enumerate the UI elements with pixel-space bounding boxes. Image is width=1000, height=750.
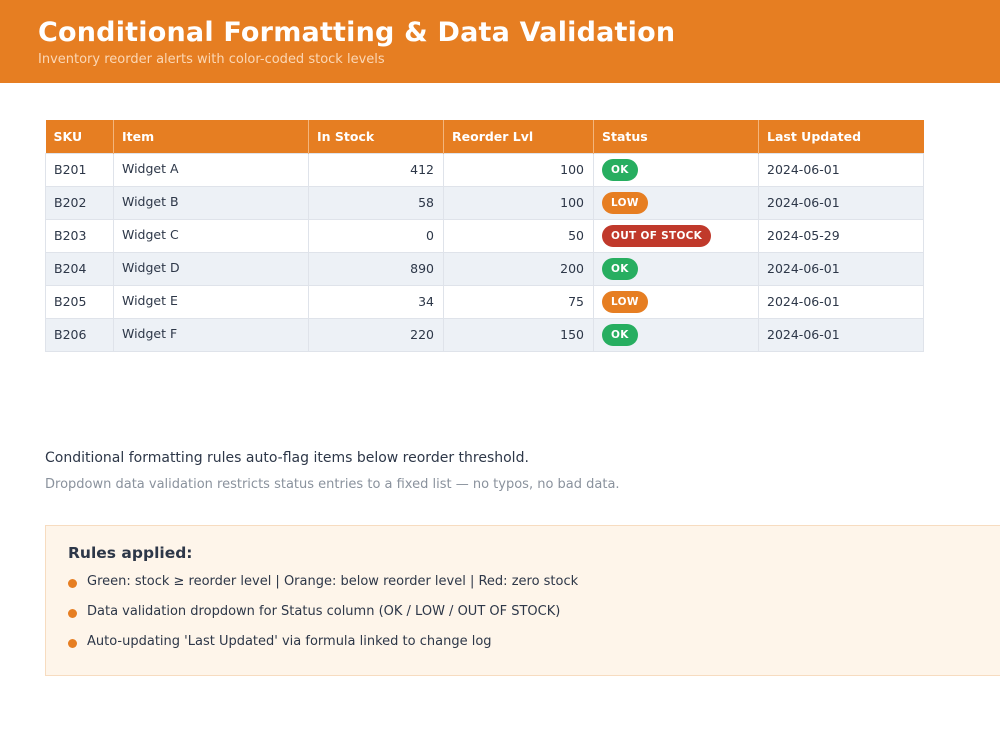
reorder-level-cell[interactable]: 150: [443, 317, 594, 352]
last-updated-cell[interactable]: 2024-05-29: [758, 218, 924, 253]
status-cell[interactable]: OK: [593, 152, 759, 187]
table-row: B205 Widget E 34 75 LOW 2024-06-01: [45, 284, 924, 319]
rule-text: Green: stock ≥ reorder level | Orange: b…: [87, 574, 579, 589]
status-cell[interactable]: LOW: [593, 185, 759, 220]
table-row: B201 Widget A 412 100 OK 2024-06-01: [45, 152, 924, 187]
column-header-status[interactable]: Status: [593, 120, 759, 153]
last-updated-cell[interactable]: 2024-06-01: [758, 251, 924, 286]
last-updated-cell[interactable]: 2024-06-01: [758, 152, 924, 187]
in-stock-cell[interactable]: 412: [308, 152, 444, 187]
bullet-dot-icon: [68, 579, 77, 588]
last-updated-cell[interactable]: 2024-06-01: [758, 284, 924, 319]
status-badge: LOW: [602, 191, 648, 214]
last-updated-cell[interactable]: 2024-06-01: [758, 185, 924, 220]
status-badge: OK: [602, 257, 638, 280]
status-cell[interactable]: OK: [593, 317, 759, 352]
item-cell[interactable]: Widget C: [113, 218, 309, 253]
bullet-dot-icon: [68, 609, 77, 618]
item-cell[interactable]: Widget A: [113, 152, 309, 187]
inventory-table: SKU Item In Stock Reorder Lvl Status Las…: [45, 120, 924, 352]
page-header: Conditional Formatting & Data Validation…: [0, 0, 1000, 83]
column-header-last-updated[interactable]: Last Updated: [758, 120, 924, 153]
sku-cell[interactable]: B205: [45, 284, 114, 319]
rules-panel: Rules applied: Green: stock ≥ reorder le…: [45, 525, 1000, 676]
list-item: Green: stock ≥ reorder level | Orange: b…: [68, 574, 578, 604]
reorder-level-cell[interactable]: 75: [443, 284, 594, 319]
item-cell[interactable]: Widget F: [113, 317, 309, 352]
rules-list: Green: stock ≥ reorder level | Orange: b…: [68, 574, 578, 664]
sku-cell[interactable]: B201: [45, 152, 114, 187]
sku-cell[interactable]: B206: [45, 317, 114, 352]
item-cell[interactable]: Widget D: [113, 251, 309, 286]
sku-cell[interactable]: B202: [45, 185, 114, 220]
item-cell[interactable]: Widget E: [113, 284, 309, 319]
status-badge: OK: [602, 323, 638, 346]
in-stock-cell[interactable]: 58: [308, 185, 444, 220]
in-stock-cell[interactable]: 0: [308, 218, 444, 253]
status-cell[interactable]: LOW: [593, 284, 759, 319]
last-updated-cell[interactable]: 2024-06-01: [758, 317, 924, 352]
table-row: B206 Widget F 220 150 OK 2024-06-01: [45, 317, 924, 352]
reorder-level-cell[interactable]: 200: [443, 251, 594, 286]
column-header-item[interactable]: Item: [113, 120, 309, 153]
column-header-in-stock[interactable]: In Stock: [308, 120, 444, 153]
bullet-dot-icon: [68, 639, 77, 648]
table-row: B202 Widget B 58 100 LOW 2024-06-01: [45, 185, 924, 220]
column-header-reorder-lvl[interactable]: Reorder Lvl: [443, 120, 594, 153]
page-title: Conditional Formatting & Data Validation: [38, 17, 676, 48]
status-badge: OK: [602, 158, 638, 181]
status-badge: LOW: [602, 290, 648, 313]
in-stock-cell[interactable]: 890: [308, 251, 444, 286]
reorder-level-cell[interactable]: 50: [443, 218, 594, 253]
item-cell[interactable]: Widget B: [113, 185, 309, 220]
table-header-row: SKU Item In Stock Reorder Lvl Status Las…: [45, 120, 924, 153]
reorder-level-cell[interactable]: 100: [443, 185, 594, 220]
list-item: Auto-updating 'Last Updated' via formula…: [68, 634, 578, 664]
rules-title: Rules applied:: [68, 544, 193, 562]
in-stock-cell[interactable]: 220: [308, 317, 444, 352]
column-header-sku[interactable]: SKU: [45, 120, 114, 153]
table-row: B204 Widget D 890 200 OK 2024-06-01: [45, 251, 924, 286]
sku-cell[interactable]: B204: [45, 251, 114, 286]
reorder-level-cell[interactable]: 100: [443, 152, 594, 187]
status-cell[interactable]: OK: [593, 251, 759, 286]
in-stock-cell[interactable]: 34: [308, 284, 444, 319]
rule-text: Data validation dropdown for Status colu…: [87, 604, 561, 619]
page-subtitle: Inventory reorder alerts with color-code…: [38, 52, 385, 67]
sku-cell[interactable]: B203: [45, 218, 114, 253]
formatting-note: Conditional formatting rules auto-flag i…: [45, 450, 529, 466]
rule-text: Auto-updating 'Last Updated' via formula…: [87, 634, 492, 649]
table-row: B203 Widget C 0 50 OUT OF STOCK 2024-05-…: [45, 218, 924, 253]
status-cell[interactable]: OUT OF STOCK: [593, 218, 759, 253]
status-badge: OUT OF STOCK: [602, 224, 712, 247]
validation-note: Dropdown data validation restricts statu…: [45, 477, 620, 492]
list-item: Data validation dropdown for Status colu…: [68, 604, 578, 634]
